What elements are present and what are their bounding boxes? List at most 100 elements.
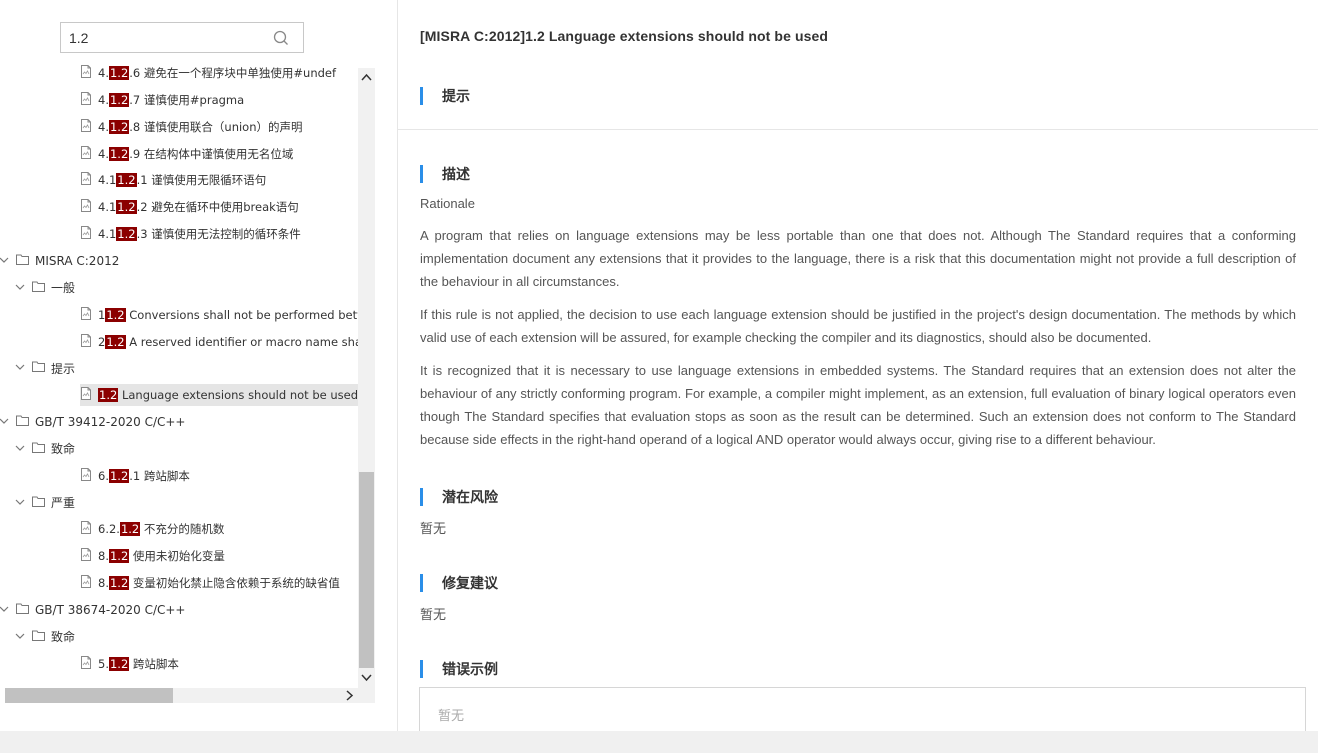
tree-folder-label: 致命: [51, 442, 76, 457]
chevron-down-icon[interactable]: [14, 361, 28, 375]
tree-folder-node[interactable]: MISRA C:2012: [0, 250, 119, 272]
rule-tree-panel: 4.1.2.6 避免在一个程序块中单独使用#undef 4.1.2.7 谨慎使用#…: [0, 0, 397, 731]
tree-folder-node[interactable]: 致命: [14, 438, 75, 460]
tree-rule-label: 1.2 Language extensions should not be us…: [98, 388, 358, 403]
tree-folder-node[interactable]: 提示: [14, 357, 75, 379]
rule-number-prefix: 6.: [98, 468, 109, 483]
search-box[interactable]: [60, 22, 304, 53]
tree-horizontal-scrollbar[interactable]: [5, 688, 375, 703]
chevron-down-icon[interactable]: [14, 496, 28, 510]
tree-folder-node[interactable]: GB/T 39412-2020 C/C++: [0, 411, 186, 433]
scroll-down-arrow-icon[interactable]: [361, 672, 372, 683]
tree-rule-label: 6.2.1.2 不充分的随机数: [98, 521, 224, 537]
rule-name-text: 跨站脚本: [129, 656, 179, 671]
search-match-highlight: 1.2: [108, 576, 130, 591]
folder-icon: [32, 281, 45, 295]
search-match-highlight: 1.2: [108, 549, 130, 564]
tree-rule-label: 21.2 A reserved identifier or macro name…: [98, 334, 358, 349]
rule-name-text: 变量初始化禁止隐含依赖于系统的缺省值: [129, 576, 340, 591]
tree-rule-item[interactable]: 1.2 Language extensions should not be us…: [80, 384, 358, 407]
rule-number-prefix: 4.1: [98, 227, 117, 242]
file-icon: [80, 172, 92, 188]
tree-rule-item[interactable]: 4.11.2.2 避免在循环中使用break语句: [80, 196, 299, 218]
rule-name-text: A reserved identifier or macro name shal…: [129, 334, 358, 349]
tree-folder-label: 严重: [51, 496, 76, 511]
rule-name-text: Conversions shall not be performed betwe…: [129, 307, 358, 322]
file-icon: [80, 333, 92, 350]
tree-folder-label: GB/T 39412-2020 C/C++: [35, 415, 186, 430]
file-icon: [80, 145, 92, 162]
file-icon: [80, 199, 92, 215]
search-match-highlight: 1.2: [108, 468, 130, 483]
divider-line: [398, 129, 1318, 130]
horizontal-scroll-thumb[interactable]: [5, 688, 173, 703]
file-icon: [80, 655, 92, 672]
search-input[interactable]: [69, 23, 269, 52]
file-icon: [80, 521, 92, 537]
tree-rule-label: 4.1.2.9 在结构体中谨慎使用无名位域: [98, 146, 293, 162]
tree-rule-item[interactable]: 4.1.2.6 避免在一个程序块中单独使用#undef: [80, 63, 336, 84]
search-match-highlight: 1.2: [116, 173, 137, 188]
scroll-up-arrow-icon[interactable]: [361, 72, 372, 83]
folder-icon: [16, 603, 29, 617]
tree-rule-item[interactable]: 5.1.2 跨站脚本: [80, 653, 179, 675]
chevron-down-icon[interactable]: [14, 630, 28, 644]
rule-number-prefix: 5.: [98, 656, 109, 671]
tree-rule-item[interactable]: 8.1.2 使用未初始化变量: [80, 545, 225, 567]
chevron-down-icon[interactable]: [0, 415, 12, 429]
tree-rule-item[interactable]: 4.1.2.9 在结构体中谨慎使用无名位域: [80, 143, 293, 165]
tree-folder-node[interactable]: 致命: [14, 626, 75, 648]
rule-title: [MISRA C:2012]1.2 Language extensions sh…: [420, 28, 829, 44]
tree-rule-label: 6.1.2.1 跨站脚本: [98, 468, 190, 484]
rule-name-text: .8 谨慎使用联合（union）的声明: [129, 119, 303, 134]
tree-folder-node[interactable]: 一般: [14, 277, 75, 299]
tree-rule-item[interactable]: 4.1.2.7 谨慎使用#pragma: [80, 89, 244, 111]
tree-rule-item[interactable]: 4.11.2.1 谨慎使用无限循环语句: [80, 169, 266, 191]
chevron-down-icon[interactable]: [14, 281, 28, 295]
tree-folder-node[interactable]: 严重: [14, 492, 75, 514]
tree-rule-item[interactable]: 8.1.2 变量初始化禁止隐含依赖于系统的缺省值: [80, 572, 340, 594]
tree-vertical-scrollbar[interactable]: [358, 68, 375, 688]
file-icon: [80, 118, 92, 135]
rule-name-text: Language extensions should not be used: [118, 388, 358, 403]
tree-rule-item[interactable]: 21.2 A reserved identifier or macro name…: [80, 331, 358, 353]
tree-rule-item[interactable]: 11.2 Conversions shall not be performed …: [80, 304, 358, 326]
rule-number-prefix: 6.2.: [98, 522, 120, 537]
section-description-heading: 描述: [420, 165, 470, 183]
chevron-down-icon[interactable]: [14, 442, 28, 456]
fix-text: 暂无: [420, 607, 447, 622]
rule-number-prefix: 4.: [98, 146, 109, 161]
tree-folder-label: MISRA C:2012: [35, 253, 120, 268]
tree-rule-item[interactable]: 4.1.2.8 谨慎使用联合（union）的声明: [80, 116, 303, 138]
rule-number-prefix: 4.: [98, 92, 109, 107]
file-icon: [80, 306, 92, 323]
chevron-down-icon[interactable]: [0, 603, 12, 617]
tree-rule-item[interactable]: 6.1.2.1 跨站脚本: [80, 465, 190, 487]
section-risk-heading: 潜在风险: [420, 488, 498, 506]
tree-rule-item[interactable]: 6.2.1.2 不充分的随机数: [80, 518, 224, 540]
search-match-highlight: 1.2: [105, 307, 126, 322]
folder-icon: [32, 630, 45, 644]
tree-rule-label: 4.1.2.8 谨慎使用联合（union）的声明: [98, 119, 303, 135]
rule-name-text: .3 谨慎使用无法控制的循环条件: [136, 227, 301, 242]
section-fix-heading: 修复建议: [420, 574, 498, 592]
search-icon[interactable]: [273, 30, 289, 46]
rule-name-text: .9 在结构体中谨慎使用无名位域: [129, 146, 294, 161]
file-icon: [80, 575, 92, 591]
search-match-highlight: 1.2: [108, 656, 130, 671]
tree-folder-label: 提示: [51, 361, 76, 376]
tree-rule-label: 8.1.2 使用未初始化变量: [98, 548, 225, 564]
rule-name-text: 不充分的随机数: [140, 522, 225, 537]
rule-name-text: .2 避免在循环中使用break语句: [136, 200, 299, 215]
rule-number-prefix: 8.: [98, 576, 109, 591]
folder-icon: [16, 415, 29, 429]
search-match-highlight: 1.2: [98, 388, 119, 403]
chevron-down-icon[interactable]: [0, 254, 12, 268]
scroll-right-arrow-icon[interactable]: [344, 690, 355, 701]
tree-folder-node[interactable]: GB/T 38674-2020 C/C++: [0, 599, 186, 621]
vertical-scroll-thumb[interactable]: [359, 472, 374, 668]
tree-rule-item[interactable]: 4.11.2.3 谨慎使用无法控制的循环条件: [80, 223, 301, 245]
description-paragraph: If this rule is not applied, the decisio…: [420, 307, 1296, 345]
section-hint-heading: 提示: [420, 87, 470, 105]
folder-icon: [32, 496, 45, 510]
